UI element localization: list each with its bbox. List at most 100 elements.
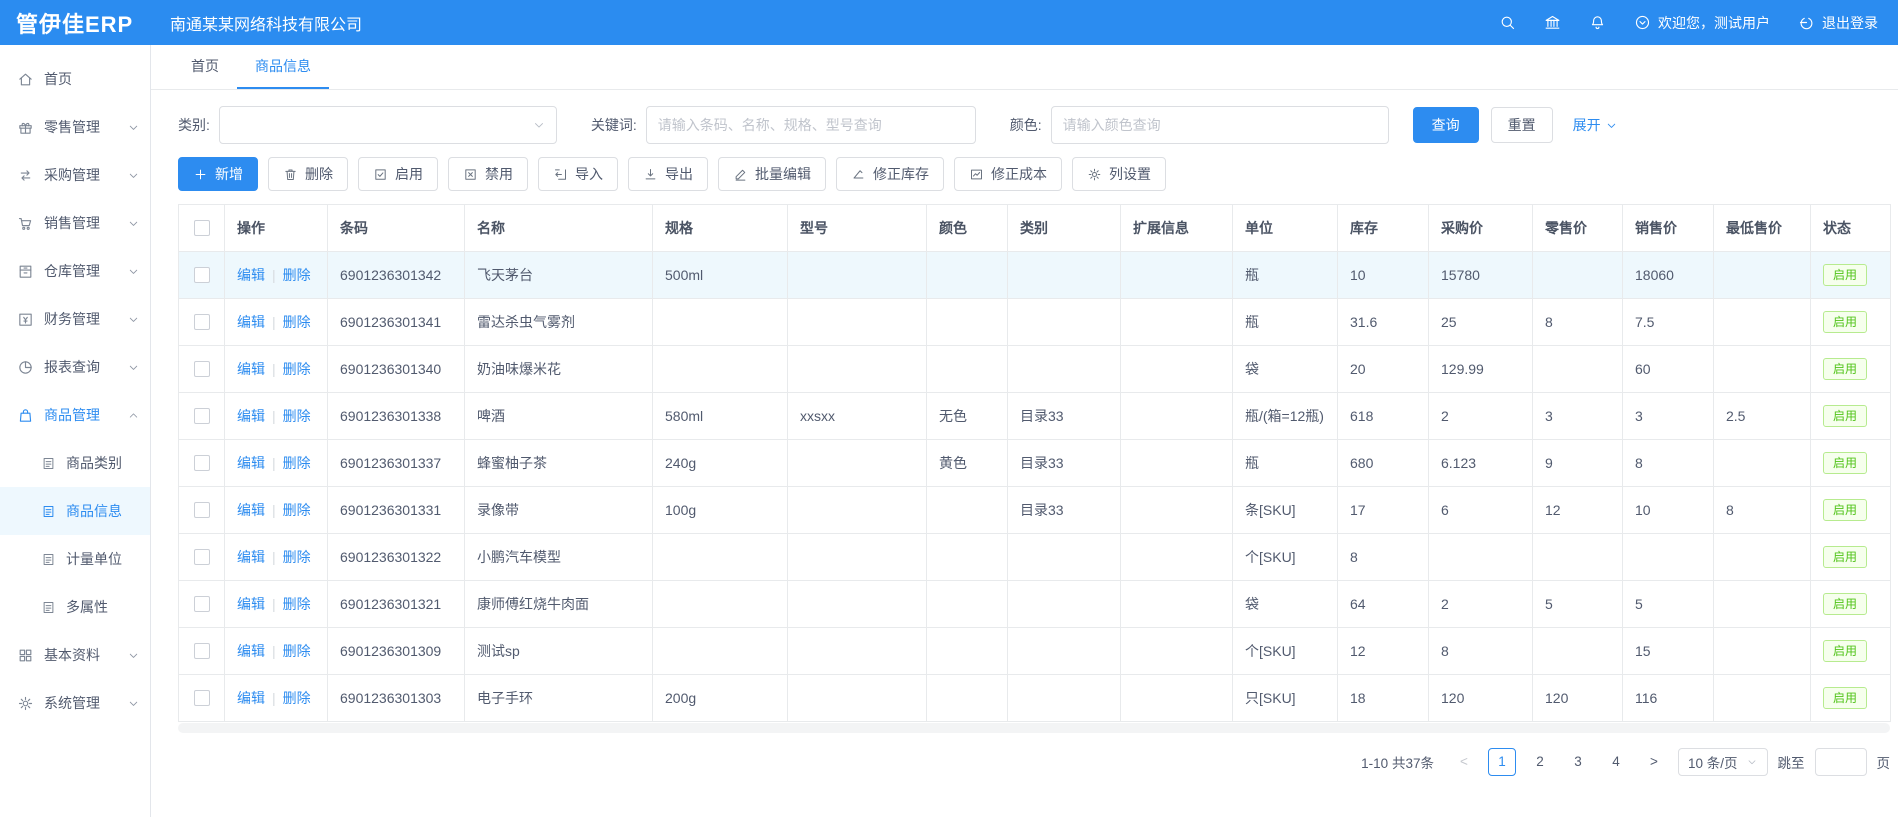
welcome-text: 欢迎您，测试用户 <box>1658 13 1770 33</box>
delete-link[interactable]: 删除 <box>283 549 311 565</box>
keyword-input[interactable] <box>646 106 976 144</box>
jump-page-input[interactable] <box>1815 748 1867 776</box>
delete-link[interactable]: 删除 <box>283 643 311 659</box>
sidebar-item-home[interactable]: 首页 <box>0 55 150 103</box>
cell-model <box>788 581 927 628</box>
delete-link[interactable]: 删除 <box>283 502 311 518</box>
column-settings-button[interactable]: 列设置 <box>1072 157 1166 191</box>
edit-link[interactable]: 编辑 <box>237 361 265 377</box>
row-checkbox[interactable] <box>194 502 210 518</box>
delete-button[interactable]: 删除 <box>268 157 348 191</box>
prev-page-button[interactable]: < <box>1450 748 1478 776</box>
fix-stock-button[interactable]: 修正库存 <box>836 157 944 191</box>
status-badge[interactable]: 启用 <box>1823 593 1867 615</box>
status-badge[interactable]: 启用 <box>1823 405 1867 427</box>
row-checkbox[interactable] <box>194 549 210 565</box>
fix-cost-button[interactable]: 修正成本 <box>954 157 1062 191</box>
sidebar-item-report[interactable]: 报表查询 <box>0 343 150 391</box>
edit-link[interactable]: 编辑 <box>237 549 265 565</box>
search-icon[interactable] <box>1499 14 1516 31</box>
delete-link[interactable]: 删除 <box>283 267 311 283</box>
tab-商品信息[interactable]: 商品信息 <box>237 45 329 89</box>
color-input[interactable] <box>1051 106 1389 144</box>
reset-button[interactable]: 重置 <box>1491 107 1553 143</box>
sidebar-subitem-product-info[interactable]: 商品信息 <box>0 487 150 535</box>
logout-button[interactable]: 退出登录 <box>1798 13 1878 33</box>
cell-color: 黄色 <box>927 440 1008 487</box>
cell-ext <box>1121 581 1233 628</box>
user-menu[interactable]: 欢迎您，测试用户 <box>1634 13 1770 33</box>
sidebar-item-basic[interactable]: 基本资料 <box>0 631 150 679</box>
status-badge[interactable]: 启用 <box>1823 687 1867 709</box>
delete-link[interactable]: 删除 <box>283 455 311 471</box>
sidebar-subitem-multi-attr[interactable]: 多属性 <box>0 583 150 631</box>
cell-actions: 编辑|删除 <box>225 581 328 628</box>
row-checkbox[interactable] <box>194 596 210 612</box>
export-button[interactable]: 导出 <box>628 157 708 191</box>
import-button[interactable]: 导入 <box>538 157 618 191</box>
add-button[interactable]: 新增 <box>178 157 258 191</box>
status-badge[interactable]: 启用 <box>1823 546 1867 568</box>
tab-首页[interactable]: 首页 <box>173 45 237 89</box>
edit-link[interactable]: 编辑 <box>237 267 265 283</box>
cell-actions: 编辑|删除 <box>225 487 328 534</box>
edit-link[interactable]: 编辑 <box>237 643 265 659</box>
delete-link[interactable]: 删除 <box>283 408 311 424</box>
disable-button[interactable]: 禁用 <box>448 157 528 191</box>
delete-link[interactable]: 删除 <box>283 596 311 612</box>
cell-unit: 瓶 <box>1233 252 1338 299</box>
delete-link[interactable]: 删除 <box>283 690 311 706</box>
sidebar-subitem-measure-unit[interactable]: 计量单位 <box>0 535 150 583</box>
edit-link[interactable]: 编辑 <box>237 408 265 424</box>
status-badge[interactable]: 启用 <box>1823 264 1867 286</box>
category-select[interactable] <box>219 106 557 144</box>
sidebar-item-retail[interactable]: 零售管理 <box>0 103 150 151</box>
batch-edit-button[interactable]: 批量编辑 <box>718 157 826 191</box>
edit-link[interactable]: 编辑 <box>237 690 265 706</box>
status-badge[interactable]: 启用 <box>1823 452 1867 474</box>
row-checkbox[interactable] <box>194 267 210 283</box>
sidebar-subitem-product-category[interactable]: 商品类别 <box>0 439 150 487</box>
delete-link[interactable]: 删除 <box>283 314 311 330</box>
sidebar-item-purchase[interactable]: 采购管理 <box>0 151 150 199</box>
page-button-3[interactable]: 3 <box>1564 748 1592 776</box>
edit-link[interactable]: 编辑 <box>237 455 265 471</box>
page-size-select[interactable]: 10 条/页 <box>1678 748 1768 776</box>
status-badge[interactable]: 启用 <box>1823 499 1867 521</box>
status-badge[interactable]: 启用 <box>1823 311 1867 333</box>
enable-button[interactable]: 启用 <box>358 157 438 191</box>
page-button-2[interactable]: 2 <box>1526 748 1554 776</box>
edit-link[interactable]: 编辑 <box>237 502 265 518</box>
page-button-1[interactable]: 1 <box>1488 748 1516 776</box>
cell-category <box>1008 628 1121 675</box>
row-checkbox[interactable] <box>194 314 210 330</box>
column-header: 类别 <box>1008 205 1121 252</box>
row-checkbox[interactable] <box>194 455 210 471</box>
bank-icon[interactable] <box>1544 14 1561 31</box>
bell-icon[interactable] <box>1589 14 1606 31</box>
sidebar-item-finance[interactable]: 财务管理 <box>0 295 150 343</box>
horizontal-scrollbar[interactable] <box>178 723 1890 733</box>
cell-actions: 编辑|删除 <box>225 628 328 675</box>
select-all-checkbox[interactable] <box>194 220 210 236</box>
row-checkbox[interactable] <box>194 643 210 659</box>
row-checkbox[interactable] <box>194 690 210 706</box>
status-badge[interactable]: 启用 <box>1823 358 1867 380</box>
row-checkbox[interactable] <box>194 361 210 377</box>
status-badge[interactable]: 启用 <box>1823 640 1867 662</box>
column-header: 零售价 <box>1533 205 1623 252</box>
sidebar-item-system[interactable]: 系统管理 <box>0 679 150 727</box>
expand-link[interactable]: 展开 <box>1573 115 1618 135</box>
column-header: 扩展信息 <box>1121 205 1233 252</box>
page-button-4[interactable]: 4 <box>1602 748 1630 776</box>
sidebar-item-sales[interactable]: 销售管理 <box>0 199 150 247</box>
next-page-button[interactable]: > <box>1640 748 1668 776</box>
edit-link[interactable]: 编辑 <box>237 596 265 612</box>
column-header: 名称 <box>465 205 653 252</box>
row-checkbox[interactable] <box>194 408 210 424</box>
delete-link[interactable]: 删除 <box>283 361 311 377</box>
sidebar-item-warehouse[interactable]: 仓库管理 <box>0 247 150 295</box>
search-button[interactable]: 查询 <box>1413 107 1479 143</box>
sidebar-item-product[interactable]: 商品管理 <box>0 391 150 439</box>
edit-link[interactable]: 编辑 <box>237 314 265 330</box>
